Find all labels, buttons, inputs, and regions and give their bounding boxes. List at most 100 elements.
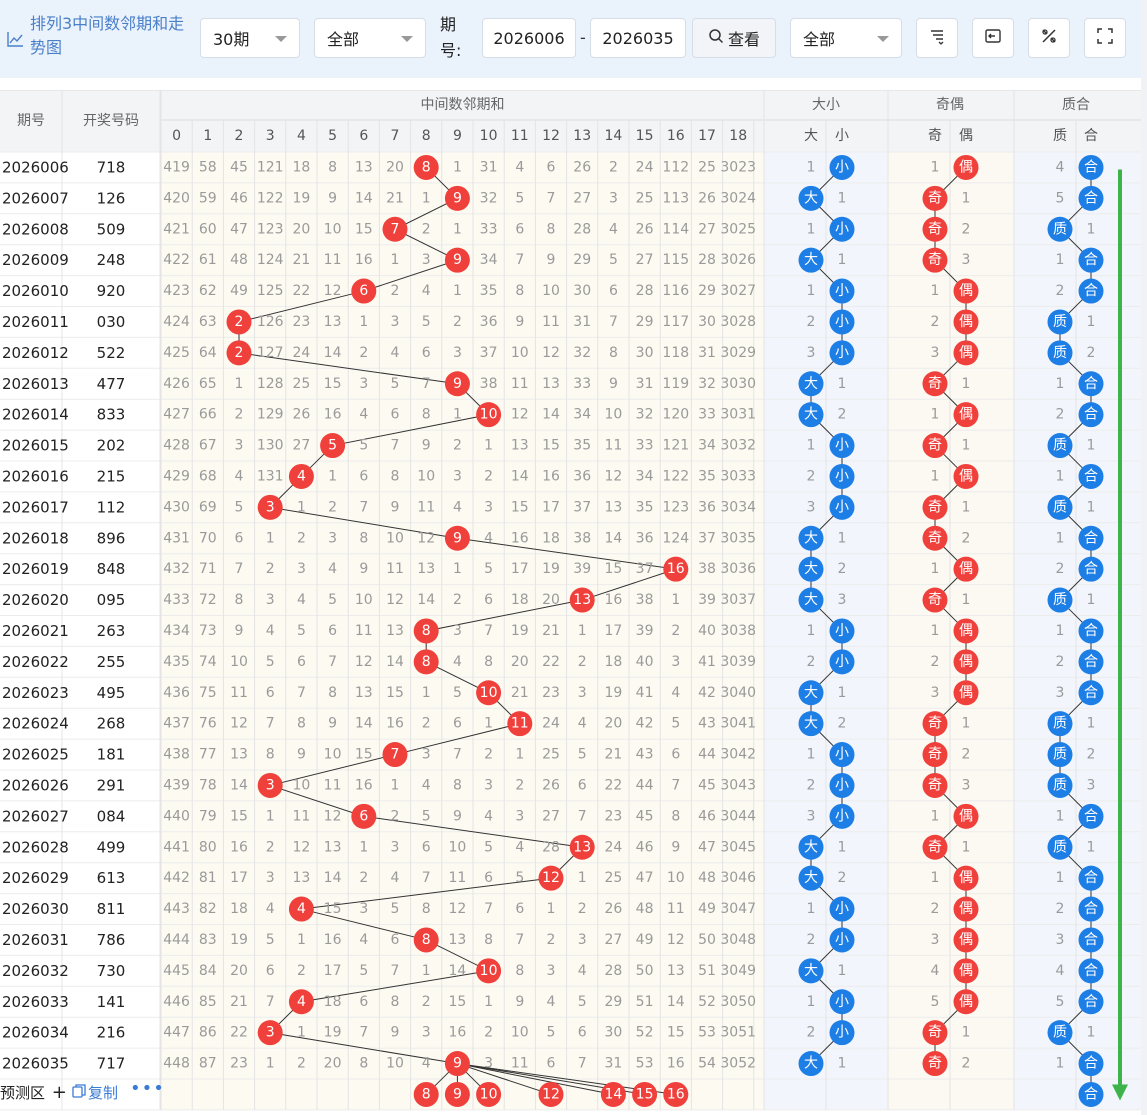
plus-icon[interactable]: +: [52, 1082, 67, 1103]
end-period-input[interactable]: 2026035: [590, 18, 686, 58]
parity-omission-cell: 2: [962, 221, 971, 237]
draw-number-cell: 495: [97, 684, 126, 702]
omission-cell: 2: [453, 592, 462, 608]
hit-ball-label: 12: [542, 870, 560, 886]
omission-cell: 12: [230, 716, 248, 732]
omission-cell: 27: [292, 438, 310, 454]
parity-ball-label: 偶: [959, 468, 973, 484]
omission-cell: 115: [662, 252, 689, 268]
prime-ball-label: 合: [1084, 561, 1098, 577]
start-period-input[interactable]: 2026006: [482, 18, 576, 58]
copy-button[interactable]: 复制: [72, 1082, 118, 1103]
parity-ball-label: 偶: [959, 870, 973, 886]
omission-cell: 14: [355, 716, 373, 732]
prime-omission-cell: 2: [1056, 561, 1065, 577]
hit-ball-label: 9: [453, 530, 462, 546]
omission-cell: 3: [391, 839, 400, 855]
period-cell: 2026014: [2, 406, 69, 424]
period-cell: 2026017: [2, 498, 69, 516]
omission-cell: 18: [230, 901, 248, 917]
omission-cell: 3040: [720, 685, 756, 701]
omission-cell: 7: [297, 685, 306, 701]
export-button[interactable]: [972, 18, 1014, 58]
omission-cell: 30: [573, 283, 591, 299]
tools-button[interactable]: [1028, 18, 1070, 58]
size-ball-label: 大: [804, 963, 818, 979]
omission-cell: 2: [453, 438, 462, 454]
prime-ball-label: 质: [1053, 438, 1067, 454]
omission-cell: 2: [422, 716, 431, 732]
period-cell: 2026034: [2, 1024, 69, 1042]
chevron-down-icon: [877, 36, 889, 42]
omission-cell: 10: [230, 654, 248, 670]
omission-cell: 3047: [720, 901, 756, 917]
omission-cell: 7: [671, 777, 680, 793]
omission-cell: 13: [324, 839, 342, 855]
omission-cell: 12: [386, 592, 404, 608]
omission-cell: 20: [542, 592, 560, 608]
omission-cell: 35: [636, 499, 654, 515]
parity-ball-label: 偶: [959, 654, 973, 670]
size-omission-cell: 1: [838, 1056, 847, 1072]
header-sum-col: 6: [359, 128, 368, 144]
omission-cell: 6: [515, 901, 524, 917]
parity-omission-cell: 1: [931, 159, 940, 175]
omission-cell: 68: [199, 468, 217, 484]
scrollbar[interactable]: [1141, 0, 1147, 1115]
omission-cell: 3043: [720, 777, 756, 793]
header-parity-col: 偶: [959, 128, 973, 144]
omission-cell: 15: [542, 438, 560, 454]
omission-cell: 2: [359, 345, 368, 361]
size-omission-cell: 2: [807, 654, 816, 670]
prime-ball-label: 合: [1084, 468, 1098, 484]
prediction-area[interactable]: 预测区 +: [0, 1082, 67, 1103]
hit-ball-label: 10: [480, 963, 498, 979]
prime-omission-cell: 1: [1056, 530, 1065, 546]
omission-cell: 119: [662, 376, 689, 392]
omission-cell: 48: [230, 252, 248, 268]
omission-cell: 84: [199, 963, 217, 979]
omission-cell: 23: [542, 685, 560, 701]
omission-cell: 5: [266, 654, 275, 670]
sort-button[interactable]: [916, 18, 958, 58]
omission-cell: 15: [230, 808, 248, 824]
filter-select-1[interactable]: 全部: [314, 18, 426, 58]
fullscreen-button[interactable]: [1084, 18, 1126, 58]
omission-cell: 9: [391, 499, 400, 515]
prime-omission-cell: 3: [1087, 777, 1096, 793]
omission-cell: 5: [391, 901, 400, 917]
omission-cell: 8: [391, 994, 400, 1010]
omission-cell: 3: [422, 1025, 431, 1041]
filter-select-2[interactable]: 全部: [790, 18, 902, 58]
omission-cell: 2: [297, 530, 306, 546]
more-icon[interactable]: •••: [130, 1078, 165, 1099]
hit-ball-label: 6: [359, 808, 368, 824]
omission-cell: 15: [355, 221, 373, 237]
parity-ball-label: 奇: [928, 437, 942, 454]
omission-cell: 75: [199, 685, 217, 701]
omission-cell: 82: [199, 901, 217, 917]
hit-ball-label: 9: [453, 252, 462, 268]
period-count-select[interactable]: 30期: [200, 18, 300, 58]
omission-cell: 5: [297, 623, 306, 639]
prime-ball-label: 质: [1053, 839, 1067, 855]
omission-cell: 2: [484, 747, 493, 763]
omission-cell: 12: [292, 839, 310, 855]
prime-ball-label: 合: [1084, 932, 1098, 948]
omission-cell: 76: [199, 716, 217, 732]
omission-cell: 8: [235, 592, 244, 608]
hit-ball-label: 8: [422, 159, 431, 175]
omission-cell: 14: [667, 994, 685, 1010]
omission-cell: 6: [235, 530, 244, 546]
query-button[interactable]: 查看: [692, 18, 776, 58]
parity-ball-label: 偶: [959, 808, 973, 824]
prediction-ball-label: 12: [542, 1086, 560, 1102]
hit-ball-label: 9: [453, 376, 462, 392]
omission-cell: 13: [355, 685, 373, 701]
omission-cell: 5: [547, 1025, 556, 1041]
parity-ball-label: 奇: [928, 251, 942, 268]
omission-cell: 9: [359, 561, 368, 577]
omission-cell: 22: [230, 1025, 248, 1041]
header-sum-col: 4: [297, 128, 306, 144]
omission-cell: 9: [671, 839, 680, 855]
